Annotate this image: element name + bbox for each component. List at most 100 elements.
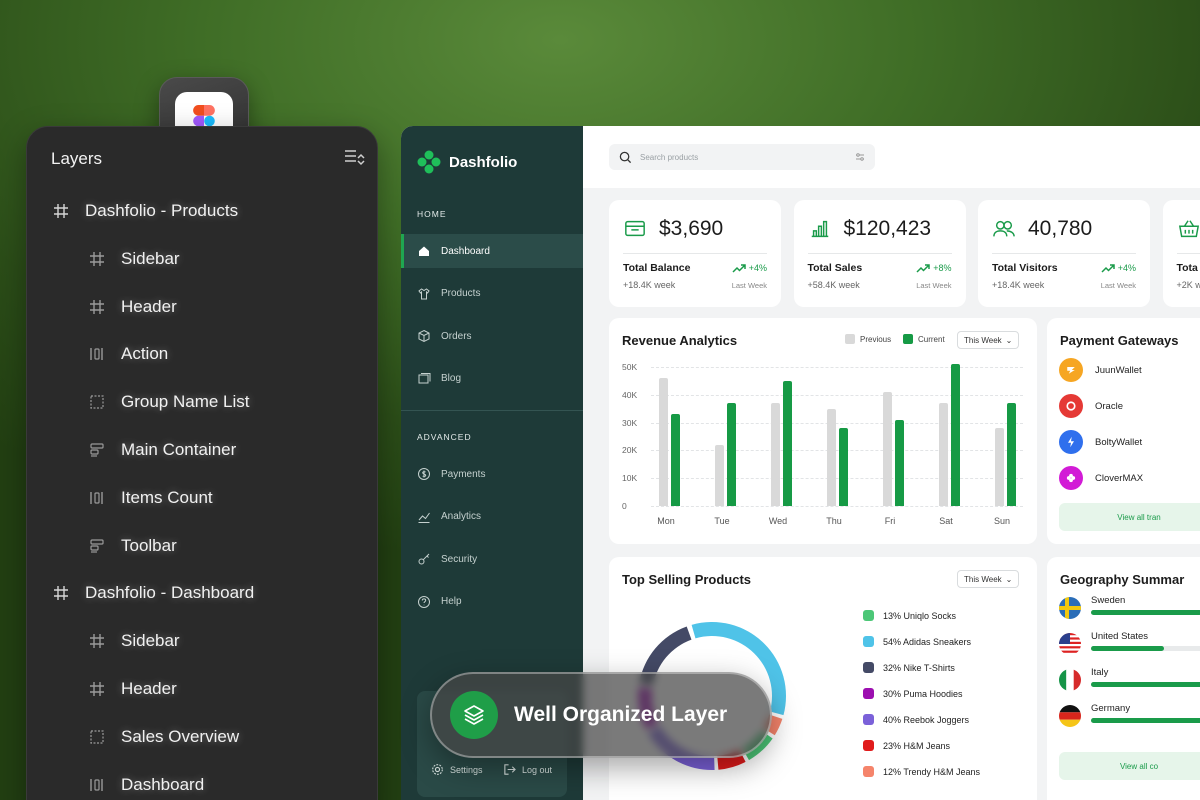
bar-current-thu[interactable]: [839, 428, 848, 506]
sidebar-item-dashboard[interactable]: Dashboard: [401, 234, 583, 268]
stat-divider: [992, 253, 1136, 254]
legend-swatch: [863, 610, 874, 621]
x-tick-label: Sat: [939, 516, 953, 526]
stat-period: Last Week: [731, 281, 767, 290]
payment-gateway-oracle[interactable]: Oracle: [1059, 394, 1123, 418]
sidebar-item-analytics[interactable]: Analytics: [401, 500, 583, 534]
stat-divider: [1176, 253, 1200, 254]
search-input[interactable]: Search products: [609, 144, 875, 170]
layer-row-main-container[interactable]: Main Container: [87, 435, 236, 465]
sidebar-item-label: Payments: [441, 468, 486, 480]
brand[interactable]: Dashfolio: [417, 150, 517, 174]
layer-row-header[interactable]: Header: [87, 674, 177, 704]
payment-gateway-name: BoltyWallet: [1095, 436, 1143, 448]
revenue-period-dropdown[interactable]: This Week ⌄: [957, 331, 1020, 349]
bar-current-mon[interactable]: [671, 414, 680, 506]
bar-previous-thu[interactable]: [827, 408, 836, 506]
layer-row-dashfolio-dashboard[interactable]: Dashfolio - Dashboard: [51, 578, 254, 608]
payment-gateway-clovermax[interactable]: CloverMAX: [1059, 466, 1143, 490]
legend-swatch: [863, 636, 874, 647]
view-all-transactions-button[interactable]: View all tran: [1059, 503, 1200, 531]
legend-previous-label: Previous: [860, 334, 892, 344]
bar-current-sat[interactable]: [951, 364, 960, 506]
layer-row-group-name-list[interactable]: Group Name List: [87, 387, 250, 417]
layer-label: Dashfolio - Dashboard: [85, 583, 255, 603]
bar-current-tue[interactable]: [727, 403, 736, 506]
view-all-countries-button[interactable]: View all co: [1059, 752, 1200, 780]
bar-previous-mon[interactable]: [659, 378, 668, 506]
revenue-period-value: This Week: [964, 335, 1002, 345]
country-name: Sweden: [1091, 595, 1126, 606]
stat-card: Tota +2K w: [1162, 200, 1200, 307]
bar-previous-tue[interactable]: [715, 444, 724, 506]
payment-gateway-juunwallet[interactable]: JuunWallet: [1059, 358, 1142, 382]
layer-row-sales-overview[interactable]: Sales Overview: [87, 722, 239, 752]
layer-row-dashboard[interactable]: Dashboard: [87, 770, 204, 800]
filter-icon[interactable]: [855, 152, 865, 162]
stat-card: $120,423 Total Sales +58.4K week +8% Last We…: [793, 200, 966, 307]
sidebar-item-blog[interactable]: Blog: [401, 362, 583, 396]
progress-track: [1091, 718, 1200, 723]
layer-row-items-count[interactable]: Items Count: [87, 483, 213, 513]
stat-label: Tota: [1176, 262, 1198, 274]
layers-panel: Layers Dashfolio - Products Sidebar Header…: [26, 126, 378, 800]
oracle-logo-icon: [1059, 394, 1083, 418]
layer-row-dashfolio-products[interactable]: Dashfolio - Products: [51, 196, 238, 226]
bar-current-wed[interactable]: [783, 380, 792, 506]
layer-row-action[interactable]: Action: [87, 339, 168, 369]
layer-row-sidebar[interactable]: Sidebar: [87, 626, 180, 656]
logout-icon: [504, 764, 516, 775]
bar-current-sun[interactable]: [1007, 403, 1016, 506]
feature-badge-text: Well Organized Layer: [514, 703, 728, 726]
layer-label: Action: [121, 344, 169, 364]
layer-label: Header: [121, 296, 177, 316]
clovermax-logo-icon: [1059, 466, 1083, 490]
chevron-down-icon: ⌄: [1005, 574, 1013, 584]
legend-label: 30% Puma Hoodies: [883, 688, 963, 699]
gridline: [651, 367, 1023, 368]
legend-swatch: [863, 714, 874, 725]
bar-previous-wed[interactable]: [771, 403, 780, 506]
layer-label: Main Container: [121, 440, 237, 459]
country-name: United States: [1091, 631, 1149, 642]
wallet-icon: [625, 220, 645, 237]
stat-value: $120,423: [843, 217, 932, 240]
logout-button[interactable]: Log out: [503, 763, 552, 776]
sidebar-item-help[interactable]: Help: [401, 585, 583, 619]
legend-label: 13% Uniqlo Socks: [883, 610, 957, 621]
payment-gateways-card: Payment Gateways JuunWallet Oracle BoltyWa…: [1047, 318, 1200, 544]
stat-change: +4%: [1101, 263, 1136, 273]
sidebar-divider: [401, 410, 583, 411]
sidebar-item-security[interactable]: Security: [401, 542, 583, 576]
layers-menu-icon[interactable]: [343, 147, 365, 167]
layer-row-header[interactable]: Header: [87, 292, 177, 322]
bar-previous-sat[interactable]: [939, 403, 948, 506]
bar-previous-sun[interactable]: [995, 428, 1004, 506]
bar-current-fri[interactable]: [895, 419, 904, 506]
sidebar-item-products[interactable]: Products: [401, 277, 583, 311]
boltywallet-logo-icon: [1059, 430, 1083, 454]
layer-label: Header: [121, 679, 177, 698]
layer-row-sidebar[interactable]: Sidebar: [87, 244, 180, 274]
frame-icon: [87, 297, 107, 317]
sweden-flag-icon: [1059, 597, 1081, 619]
sidebar-item-label: Analytics: [441, 511, 482, 523]
y-tick-label: 0: [622, 501, 627, 511]
top-selling-legend-item: 23% H&M Jeans: [863, 740, 950, 751]
layer-row-toolbar[interactable]: Toolbar: [87, 531, 177, 561]
legend-label: 40% Reebok Joggers: [883, 714, 970, 725]
payment-gateway-boltywallet[interactable]: BoltyWallet: [1059, 430, 1142, 454]
box-icon: [418, 330, 430, 343]
top-selling-period-value: This Week: [964, 574, 1002, 584]
top-selling-period-dropdown[interactable]: This Week ⌄: [957, 570, 1020, 588]
sidebar-item-orders[interactable]: Orders: [401, 319, 583, 353]
sidebar-item-payments[interactable]: Payments: [401, 457, 583, 491]
payment-gateway-name: JuunWallet: [1095, 364, 1142, 376]
bar-previous-fri[interactable]: [883, 392, 892, 506]
stat-change-value: +8%: [933, 263, 952, 273]
stat-change: +4%: [732, 263, 767, 273]
legend-swatch: [863, 766, 874, 777]
progress-fill: [1091, 682, 1200, 687]
gridline: [651, 506, 1023, 507]
settings-button[interactable]: Settings: [431, 763, 483, 776]
